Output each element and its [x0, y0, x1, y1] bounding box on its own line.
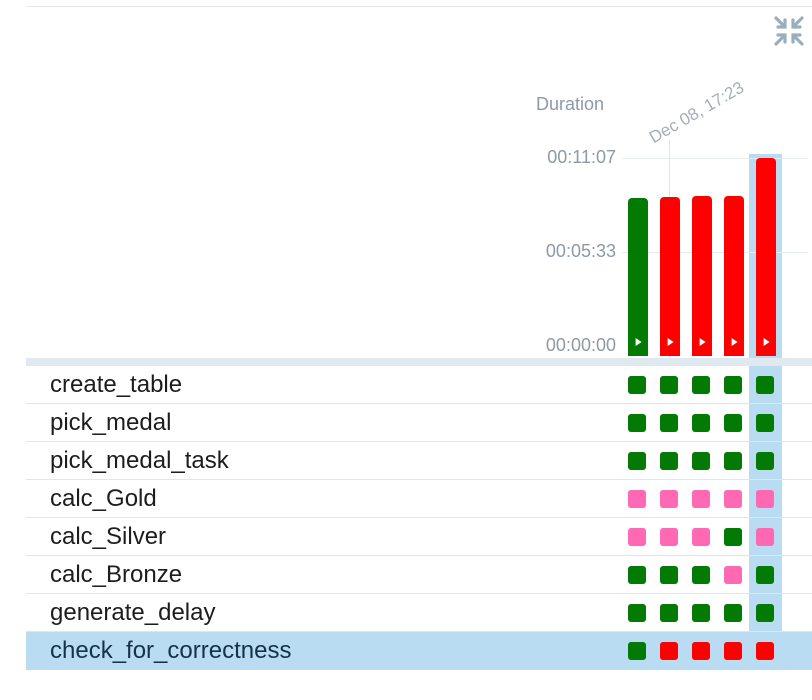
duration-bar[interactable] — [628, 198, 648, 356]
task-row[interactable]: generate_delay — [26, 594, 812, 632]
task-instance-status[interactable] — [756, 376, 774, 394]
duration-axis-label: Duration — [536, 94, 605, 114]
top-divider — [26, 6, 812, 7]
task-instance-status[interactable] — [628, 490, 646, 508]
y-tick-label: 00:00:00 — [545, 335, 616, 355]
task-instance-status[interactable] — [692, 414, 710, 432]
task-instance-status[interactable] — [660, 452, 678, 470]
task-row[interactable]: calc_Gold — [26, 480, 812, 518]
task-instance-status[interactable] — [724, 604, 742, 622]
task-instance-status[interactable] — [628, 528, 646, 546]
task-instance-status[interactable] — [692, 642, 710, 660]
task-instance-status[interactable] — [660, 414, 678, 432]
task-instance-status[interactable] — [628, 604, 646, 622]
duration-bar[interactable] — [756, 158, 776, 356]
task-row[interactable]: calc_Silver — [26, 518, 812, 556]
task-row[interactable]: pick_medal — [26, 404, 812, 442]
chart-baseline-band — [26, 358, 812, 366]
task-name[interactable]: generate_delay — [50, 599, 215, 627]
play-icon — [731, 337, 738, 346]
task-instance-status[interactable] — [692, 566, 710, 584]
task-instance-status[interactable] — [756, 528, 774, 546]
task-instance-status[interactable] — [724, 566, 742, 584]
task-instance-status[interactable] — [692, 490, 710, 508]
task-instance-status[interactable] — [756, 566, 774, 584]
play-icon — [699, 337, 706, 346]
task-instance-status[interactable] — [692, 604, 710, 622]
y-gridline — [622, 252, 808, 253]
task-instance-status[interactable] — [724, 452, 742, 470]
task-name[interactable]: calc_Silver — [50, 523, 166, 551]
task-instance-status[interactable] — [724, 376, 742, 394]
task-instance-status[interactable] — [756, 452, 774, 470]
task-name[interactable]: create_table — [50, 371, 182, 399]
task-instance-status[interactable] — [628, 376, 646, 394]
task-row[interactable]: create_table — [26, 366, 812, 404]
duration-bar[interactable] — [724, 195, 744, 356]
task-name[interactable]: calc_Bronze — [50, 561, 182, 589]
task-instance-status[interactable] — [628, 642, 646, 660]
task-row[interactable]: calc_Bronze — [26, 556, 812, 594]
task-instance-status[interactable] — [628, 414, 646, 432]
task-instance-status[interactable] — [756, 490, 774, 508]
task-row[interactable]: pick_medal_task — [26, 442, 812, 480]
task-instance-status[interactable] — [628, 566, 646, 584]
task-instance-status[interactable] — [692, 376, 710, 394]
task-instance-status[interactable] — [660, 490, 678, 508]
task-instance-status[interactable] — [660, 604, 678, 622]
task-instance-status[interactable] — [660, 642, 678, 660]
play-icon — [763, 338, 770, 346]
duration-bar[interactable] — [692, 195, 712, 356]
run-date-label: Dec 08, 17:23 — [646, 77, 748, 148]
task-instance-status[interactable] — [660, 528, 678, 546]
task-instance-status[interactable] — [660, 566, 678, 584]
y-tick-label: 00:05:33 — [545, 241, 616, 261]
y-tick-label: 00:11:07 — [547, 147, 616, 167]
task-instance-status[interactable] — [660, 376, 678, 394]
task-instance-status[interactable] — [724, 490, 742, 508]
task-name[interactable]: calc_Gold — [50, 485, 157, 513]
task-name[interactable]: pick_medal — [50, 409, 171, 437]
task-instance-status[interactable] — [756, 604, 774, 622]
task-instance-status[interactable] — [692, 452, 710, 470]
task-instance-status[interactable] — [724, 642, 742, 660]
duration-bar[interactable] — [660, 196, 680, 356]
task-instance-status[interactable] — [756, 642, 774, 660]
task-row[interactable]: check_for_correctness — [26, 632, 812, 670]
task-list: create_table pick_medal pick_medal_taskcal… — [26, 366, 812, 670]
task-instance-status[interactable] — [724, 528, 742, 546]
y-gridline — [622, 158, 808, 159]
task-name[interactable]: pick_medal_task — [50, 447, 229, 475]
task-instance-status[interactable] — [756, 414, 774, 432]
play-icon — [635, 337, 642, 346]
collapse-arrows-icon[interactable] — [772, 14, 806, 48]
task-name[interactable]: check_for_correctness — [50, 637, 291, 665]
task-instance-status[interactable] — [724, 414, 742, 432]
task-instance-status[interactable] — [628, 452, 646, 470]
task-instance-status[interactable] — [692, 528, 710, 546]
play-icon — [667, 337, 674, 346]
